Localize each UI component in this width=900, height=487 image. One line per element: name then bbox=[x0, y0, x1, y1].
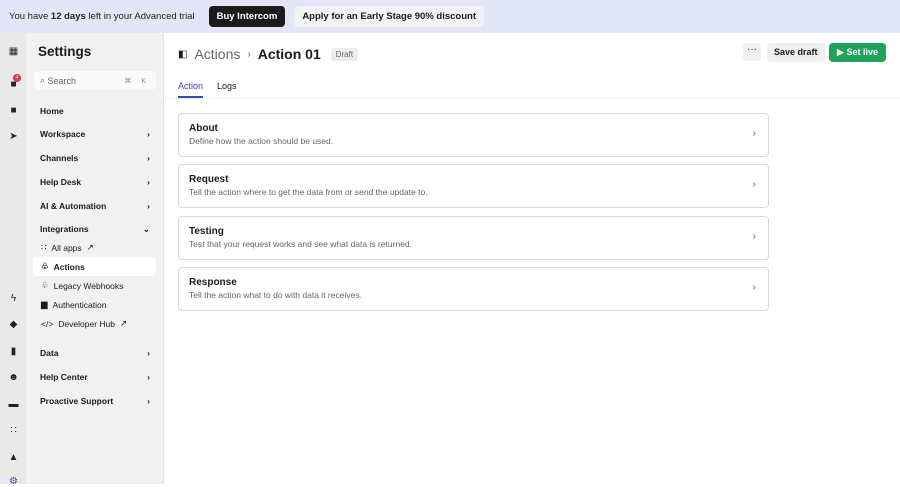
grid-icon: ∷ bbox=[41, 242, 47, 252]
testing-card[interactable]: Testing Test that your request works and … bbox=[178, 216, 769, 260]
apps-icon[interactable]: ∷ bbox=[8, 425, 19, 436]
card-description: Test that your request works and see wha… bbox=[189, 239, 413, 249]
sidebar-item-ai-automation[interactable]: AI & Automation › bbox=[40, 201, 150, 211]
webhook-icon: ♧ bbox=[41, 261, 49, 271]
status-badge: Draft bbox=[330, 47, 359, 61]
tab-logs[interactable]: Logs bbox=[217, 81, 237, 91]
sidebar-item-integrations[interactable]: Integrations ⌄ bbox=[40, 224, 150, 235]
chevron-right-icon: › bbox=[147, 177, 150, 187]
settings-gear-icon[interactable]: ⚙ bbox=[8, 476, 19, 487]
chevron-right-icon: › bbox=[147, 201, 150, 211]
card-description: Tell the action where to get the data fr… bbox=[189, 187, 428, 197]
card-description: Define how the action should be used. bbox=[189, 136, 334, 146]
request-card[interactable]: Request Tell the action where to get the … bbox=[178, 164, 769, 208]
reports-icon[interactable]: ▮ bbox=[8, 346, 19, 357]
more-options-button[interactable]: ··· bbox=[743, 43, 761, 61]
sidebar-item-help-center[interactable]: Help Center › bbox=[40, 372, 150, 382]
tabs: Action Logs bbox=[165, 77, 900, 99]
knowledge-icon[interactable]: ▬ bbox=[8, 399, 19, 410]
sidebar-subitem-developer-hub[interactable]: </> Developer Hub ↗ bbox=[33, 314, 156, 333]
sidebar-item-home[interactable]: Home bbox=[40, 106, 150, 116]
chevron-right-icon: › bbox=[147, 129, 150, 139]
sidebar-subitem-legacy-webhooks[interactable]: ♧ Legacy Webhooks bbox=[33, 276, 156, 295]
trial-banner: You have 12 days left in your Advanced t… bbox=[0, 0, 900, 33]
external-link-icon: ↗ bbox=[86, 242, 94, 252]
trial-text: You have 12 days left in your Advanced t… bbox=[9, 11, 195, 22]
card-title: About bbox=[189, 123, 218, 134]
sidebar-toggle-icon[interactable]: ◧ bbox=[178, 49, 187, 60]
card-title: Request bbox=[189, 174, 229, 185]
sidebar-item-channels[interactable]: Channels › bbox=[40, 153, 150, 163]
search-input[interactable]: ⌕ Search ⌘ K bbox=[34, 71, 156, 90]
settings-sidebar: Settings ⌕ Search ⌘ K Home Workspace › Cha… bbox=[26, 33, 164, 484]
chevron-right-icon: › bbox=[752, 231, 756, 242]
fin-icon[interactable]: ■ bbox=[8, 105, 19, 116]
layers-icon[interactable]: ◆ bbox=[8, 319, 19, 330]
about-card[interactable]: About Define how the action should be use… bbox=[178, 113, 769, 157]
breadcrumb: ◧ Actions › Action 01 Draft bbox=[178, 46, 359, 62]
chevron-right-icon: › bbox=[147, 396, 150, 406]
intercom-logo-icon[interactable]: ▦ bbox=[8, 46, 19, 57]
sidebar-item-proactive-support[interactable]: Proactive Support › bbox=[40, 396, 150, 406]
tab-action[interactable]: Action bbox=[178, 81, 204, 98]
outbound-icon[interactable]: ➤ bbox=[8, 131, 19, 142]
chevron-right-icon: › bbox=[147, 153, 150, 163]
sidebar-title: Settings bbox=[38, 44, 92, 59]
id-card-icon: ▆ bbox=[41, 299, 48, 309]
chevron-right-icon: › bbox=[147, 348, 150, 358]
card-title: Response bbox=[189, 277, 237, 288]
contacts-icon[interactable]: ☻ bbox=[8, 372, 19, 383]
buy-intercom-button[interactable]: Buy Intercom bbox=[208, 6, 286, 27]
sidebar-subitem-authentication[interactable]: ▆ Authentication bbox=[33, 295, 156, 314]
chevron-right-icon: › bbox=[752, 179, 756, 190]
discount-button[interactable]: Apply for an Early Stage 90% discount bbox=[294, 6, 484, 27]
sidebar-item-workspace[interactable]: Workspace › bbox=[40, 129, 150, 139]
code-icon: </> bbox=[41, 318, 54, 329]
chevron-right-icon: › bbox=[752, 282, 756, 293]
chevron-right-icon: › bbox=[147, 372, 150, 382]
notification-badge: 4 bbox=[13, 74, 21, 82]
icon-rail: ▦ ■ 4 ■ ➤ ϟ ◆ ▮ ☻ ▬ ∷ ▲ ⚙ bbox=[0, 33, 26, 487]
sidebar-subitem-actions[interactable]: ♧ Actions bbox=[33, 257, 156, 276]
page-title: Action 01 bbox=[257, 46, 321, 62]
set-live-button[interactable]: ▶ Set live bbox=[829, 43, 886, 62]
chevron-down-icon: ⌄ bbox=[142, 224, 150, 234]
response-card[interactable]: Response Tell the action what to do with … bbox=[178, 267, 769, 311]
card-description: Tell the action what to do with data it … bbox=[189, 290, 362, 300]
academy-icon[interactable]: ▲ bbox=[8, 452, 19, 463]
save-draft-button[interactable]: Save draft bbox=[767, 43, 825, 62]
sidebar-item-data[interactable]: Data › bbox=[40, 348, 150, 358]
shortcut-hint: ⌘ K bbox=[124, 77, 150, 85]
external-link-icon: ↗ bbox=[120, 318, 128, 328]
search-icon: ⌕ bbox=[40, 75, 48, 85]
sidebar-subitem-all-apps[interactable]: ∷ All apps ↗ bbox=[33, 238, 156, 257]
chevron-right-icon: › bbox=[752, 128, 756, 139]
card-title: Testing bbox=[189, 226, 224, 237]
webhook-icon: ♧ bbox=[41, 280, 49, 290]
breadcrumb-separator-icon: › bbox=[247, 48, 251, 60]
sidebar-item-help-desk[interactable]: Help Desk › bbox=[40, 177, 150, 187]
breadcrumb-actions[interactable]: Actions bbox=[194, 46, 240, 62]
main-content: ◧ Actions › Action 01 Draft ··· Save dra… bbox=[165, 33, 900, 484]
lightning-icon[interactable]: ϟ bbox=[8, 293, 19, 304]
